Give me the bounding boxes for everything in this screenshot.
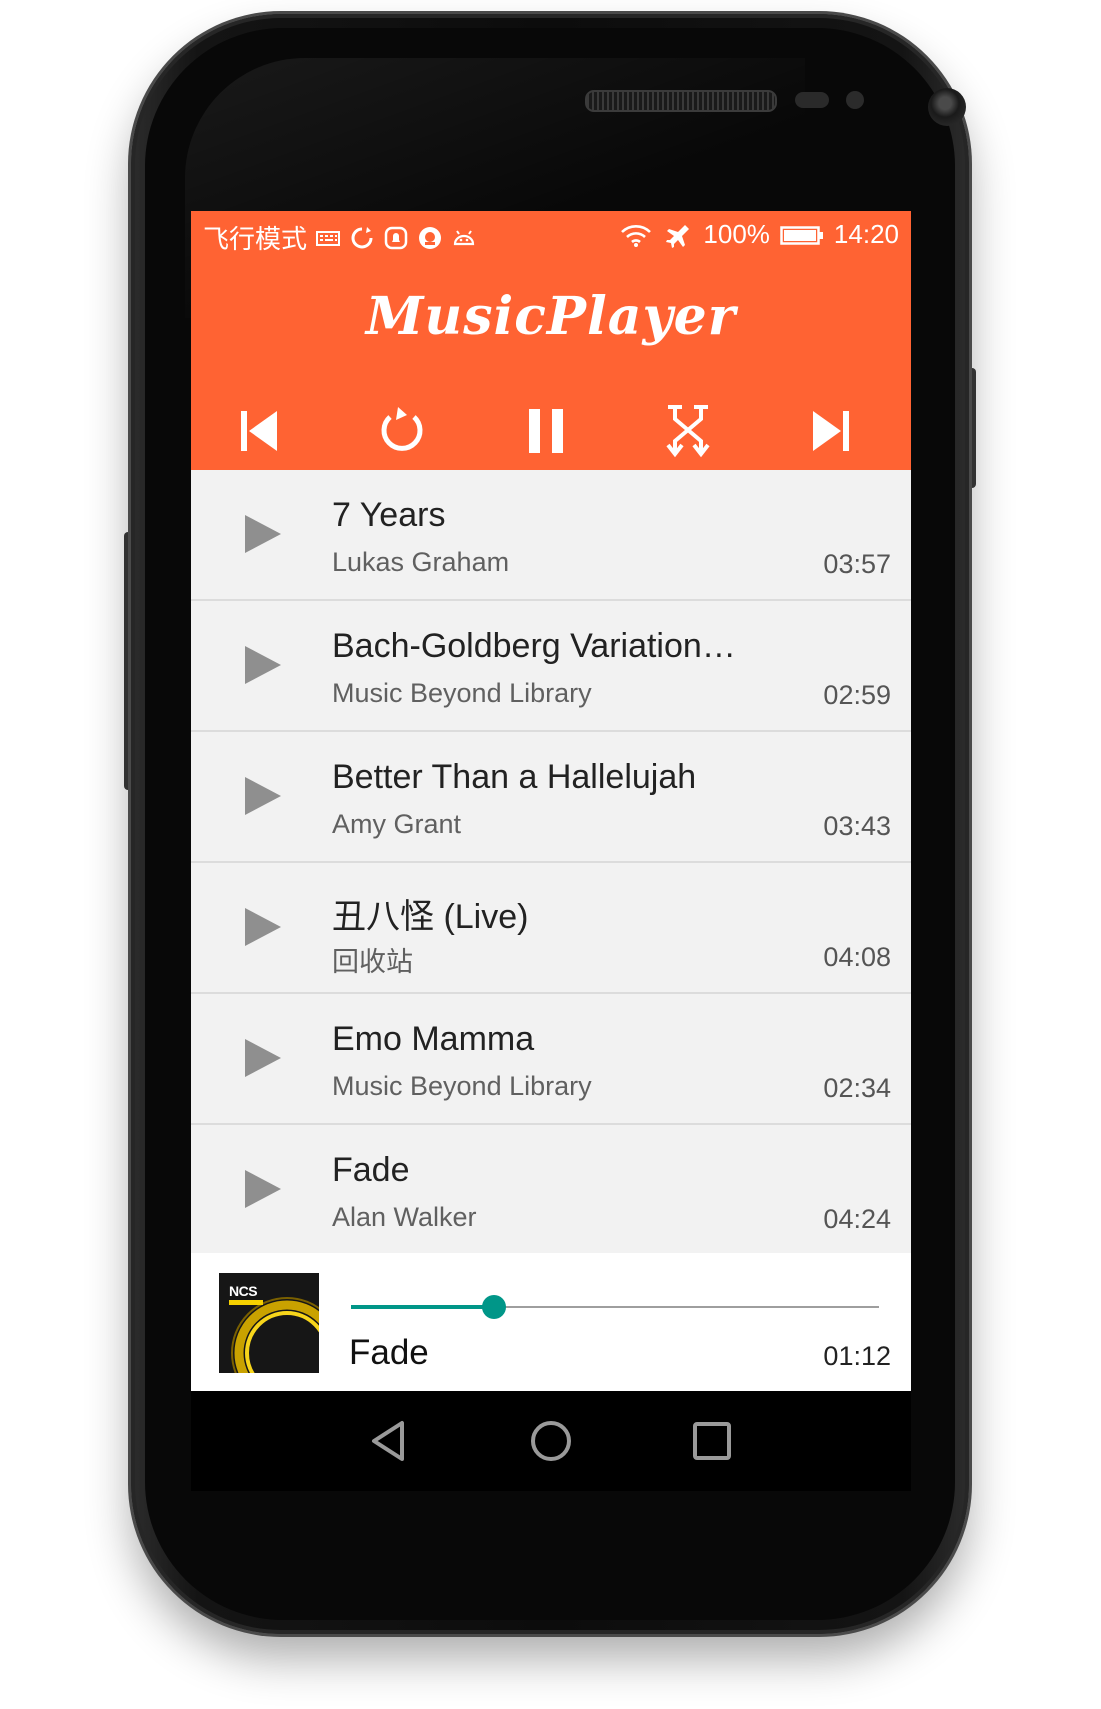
wifi-icon (619, 222, 653, 248)
back-button[interactable] (358, 1409, 422, 1473)
pause-icon (529, 409, 563, 453)
light-sensor (846, 91, 864, 109)
song-artist: Music Beyond Library (332, 678, 592, 708)
airplane-icon (663, 222, 693, 248)
recents-button[interactable] (680, 1409, 744, 1473)
song-artist: Amy Grant (332, 809, 462, 839)
song-duration: 02:34 (823, 1073, 891, 1103)
song-title: 7 Years (332, 496, 446, 534)
play-icon[interactable] (243, 643, 283, 687)
song-duration: 04:08 (823, 942, 891, 972)
play-icon[interactable] (243, 1036, 283, 1080)
elapsed-time: 01:12 (823, 1341, 891, 1371)
song-row[interactable]: Bach-Goldberg Variations 1... Music Beyo… (191, 601, 911, 732)
next-button[interactable] (791, 391, 871, 471)
seek-fill (351, 1305, 494, 1309)
home-icon (531, 1421, 571, 1461)
song-artist: Alan Walker (332, 1202, 477, 1232)
mode-label: 飞行模式 (203, 224, 308, 254)
song-row[interactable]: Better Than a Hallelujah Amy Grant 03:43 (191, 732, 911, 863)
shuffle-icon (666, 405, 710, 458)
play-icon[interactable] (243, 905, 283, 949)
song-title: Fade (332, 1151, 410, 1189)
recents-icon (693, 1422, 731, 1460)
cover-label: NCS (229, 1283, 258, 1299)
front-camera (928, 88, 966, 126)
song-row[interactable]: 丑八怪 (Live) 回收站 04:08 (191, 863, 911, 994)
repeat-button[interactable] (362, 391, 442, 471)
song-title: Emo Mamma (332, 1020, 535, 1058)
song-duration: 03:57 (823, 549, 891, 579)
clock: 14:20 (833, 219, 899, 249)
pause-button[interactable] (506, 391, 586, 471)
previous-button[interactable] (219, 391, 299, 471)
song-duration: 04:24 (823, 1204, 891, 1234)
app-header: 飞行模式 100% 14:20 MusicPlayer (191, 211, 911, 470)
song-artist: Music Beyond Library (332, 1071, 592, 1101)
play-icon[interactable] (243, 1167, 283, 1211)
play-icon[interactable] (243, 774, 283, 818)
now-playing-title: Fade (349, 1333, 429, 1372)
next-icon (813, 411, 849, 451)
song-title: Bach-Goldberg Variations 1... (332, 627, 752, 665)
playback-controls (191, 391, 911, 471)
earpiece-speaker (585, 90, 777, 112)
seek-bar[interactable] (351, 1295, 879, 1319)
song-title: Better Than a Hallelujah (332, 758, 697, 796)
battery-icon (780, 222, 824, 248)
proximity-sensor (795, 92, 829, 108)
back-icon (372, 1421, 404, 1461)
play-icon[interactable] (243, 512, 283, 556)
battery-text: 100% (703, 219, 770, 249)
song-list: 7 Years Lukas Graham 03:57 Bach-Goldberg… (191, 470, 911, 1256)
now-playing-bar[interactable]: NCS Fade 01:12 (191, 1253, 911, 1391)
song-duration: 02:59 (823, 680, 891, 710)
song-artist: Lukas Graham (332, 547, 510, 577)
album-cover[interactable]: NCS (219, 1273, 319, 1373)
seek-thumb[interactable] (481, 1295, 506, 1319)
keyboard-icon (315, 225, 341, 251)
song-row[interactable]: Fade Alan Walker 04:24 (191, 1125, 911, 1256)
chat-icon (417, 225, 443, 251)
song-row[interactable]: 7 Years Lukas Graham 03:57 (191, 470, 911, 601)
android-icon (451, 225, 477, 251)
shuffle-button[interactable] (648, 391, 728, 471)
song-title: 丑八怪 (Live) (332, 898, 529, 936)
notification-icon (383, 225, 409, 251)
navigation-bar (191, 1391, 911, 1491)
app-title: MusicPlayer (365, 286, 737, 347)
song-row[interactable]: Emo Mamma Music Beyond Library 02:34 (191, 994, 911, 1125)
sync-icon (349, 225, 375, 251)
app-screen: 飞行模式 100% 14:20 MusicPlayer 7 Years Luka… (191, 211, 911, 1491)
home-button[interactable] (519, 1409, 583, 1473)
repeat-icon (381, 407, 423, 451)
status-bar: 飞行模式 100% 14:20 (191, 211, 911, 261)
previous-icon (241, 411, 277, 451)
song-artist: 回收站 (332, 947, 413, 977)
song-duration: 03:43 (823, 811, 891, 841)
